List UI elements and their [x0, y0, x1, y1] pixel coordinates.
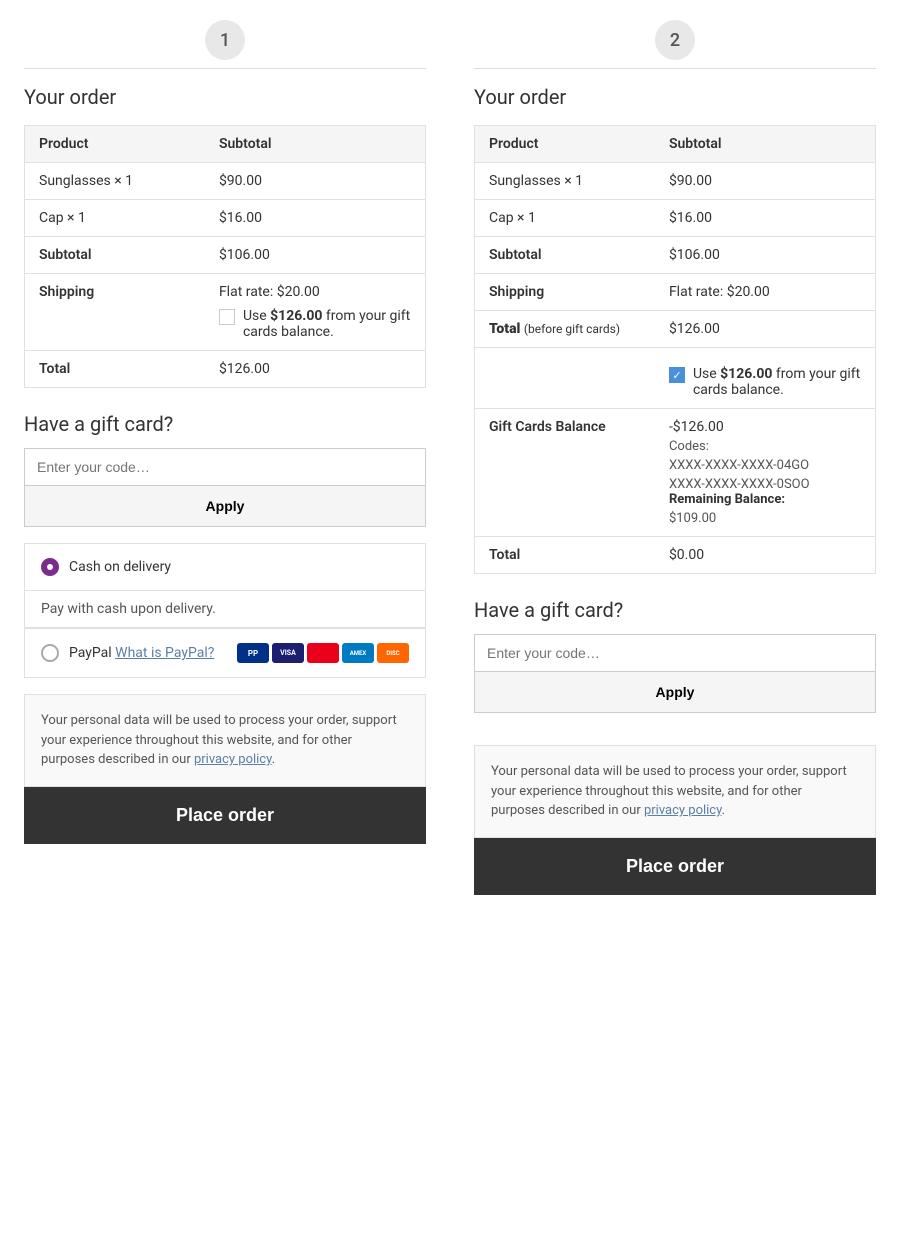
table-row: Sunglasses × 1 $90.00 [25, 163, 426, 200]
left-subtotal-value: $106.00 [205, 237, 426, 274]
gift-card-checkbox[interactable] [219, 309, 235, 325]
left-total-value: $126.00 [205, 351, 426, 388]
right-remaining-label: Remaining Balance: [669, 492, 861, 507]
table-row: Cap × 1 $16.00 [475, 200, 876, 237]
right-product-2: Cap × 1 [475, 200, 655, 237]
right-section-title: Your order [474, 85, 876, 109]
right-gift-card-checkbox[interactable]: ✓ [669, 367, 685, 383]
left-subtotal-2: $16.00 [205, 200, 426, 237]
left-subtotal-label: Subtotal [25, 237, 205, 274]
right-total-before-label: Total (before gift cards) [475, 311, 655, 348]
right-code-1: XXXX-XXXX-XXXX-04GO [669, 458, 861, 473]
right-subtotal-1: $90.00 [655, 163, 876, 200]
paypal-disc-icon: DISC [377, 643, 409, 663]
left-shipping-row: Shipping Flat rate: $20.00 Use $126.00 f… [25, 274, 426, 351]
right-gift-title: Have a gift card? [474, 598, 876, 622]
right-place-order-button[interactable]: Place order [474, 838, 876, 895]
left-col-subtotal: Subtotal [205, 126, 426, 163]
gift-card-checkbox-label: Use $126.00 from your gift cards balance… [243, 308, 411, 340]
right-gift-balance-label: Gift Cards Balance [475, 409, 655, 537]
left-place-order-button[interactable]: Place order [24, 787, 426, 844]
paypal-radio-button[interactable] [41, 644, 59, 662]
right-product-1: Sunglasses × 1 [475, 163, 655, 200]
cash-description: Pay with cash upon delivery. [24, 591, 426, 628]
cash-radio-button[interactable] [41, 558, 59, 576]
right-subtotal-row: Subtotal $106.00 [475, 237, 876, 274]
right-total-row: Total $0.00 [475, 537, 876, 574]
step-2-circle: 2 [655, 20, 695, 60]
left-section-title: Your order [24, 85, 426, 109]
right-total-value: $0.00 [655, 537, 876, 574]
left-total-label: Total [25, 351, 205, 388]
left-product-1: Sunglasses × 1 [25, 163, 205, 200]
left-col-product: Product [25, 126, 205, 163]
table-row: Cap × 1 $16.00 [25, 200, 426, 237]
right-order-table: Product Subtotal Sunglasses × 1 $90.00 C… [474, 125, 876, 574]
cash-label: Cash on delivery [69, 559, 171, 575]
what-is-paypal-link[interactable]: What is PayPal? [115, 645, 214, 661]
right-col-product: Product [475, 126, 655, 163]
right-total-before-row: Total (before gift cards) $126.00 [475, 311, 876, 348]
left-subtotal-1: $90.00 [205, 163, 426, 200]
paypal-icons: PP VISA AMEX DISC [237, 643, 409, 663]
right-gift-input[interactable] [474, 634, 876, 672]
right-code-2: XXXX-XXXX-XXXX-0SOO [669, 477, 861, 492]
paypal-pp-icon: PP [237, 643, 269, 663]
right-apply-button[interactable]: Apply [474, 672, 876, 713]
table-row: Sunglasses × 1 $90.00 [475, 163, 876, 200]
right-privacy-text: Your personal data will be used to proce… [474, 745, 876, 838]
right-privacy-link[interactable]: privacy policy [644, 803, 722, 818]
right-total-before-value: $126.00 [655, 311, 876, 348]
left-shipping-value: Flat rate: $20.00 Use $126.00 from your … [205, 274, 426, 351]
right-subtotal-value: $106.00 [655, 237, 876, 274]
right-gift-checkbox-cell: ✓ Use $126.00 from your gift cards balan… [655, 348, 876, 409]
right-column: 2 Your order Product Subtotal Sunglasses… [450, 0, 900, 915]
left-column: 1 Your order Product Subtotal Sunglasses… [0, 0, 450, 915]
right-shipping-value: Flat rate: $20.00 [655, 274, 876, 311]
paypal-label: PayPal What is PayPal? [69, 645, 214, 661]
paypal-option[interactable]: PayPal What is PayPal? PP VISA AMEX DISC [24, 628, 426, 678]
cash-on-delivery-option[interactable]: Cash on delivery [24, 543, 426, 591]
paypal-amex-icon: AMEX [342, 643, 374, 663]
left-order-table: Product Subtotal Sunglasses × 1 $90.00 C… [24, 125, 426, 388]
left-shipping-label: Shipping [25, 274, 205, 351]
right-gift-checkbox-row: ✓ Use $126.00 from your gift cards balan… [475, 348, 876, 409]
right-total-label: Total [475, 537, 655, 574]
right-shipping-label: Shipping [475, 274, 655, 311]
right-subtotal-label: Subtotal [475, 237, 655, 274]
right-gift-balance-value: -$126.00 Codes: XXXX-XXXX-XXXX-04GO XXXX… [655, 409, 876, 537]
paypal-visa-icon: VISA [272, 643, 304, 663]
right-subtotal-2: $16.00 [655, 200, 876, 237]
right-gift-balance-row: Gift Cards Balance -$126.00 Codes: XXXX-… [475, 409, 876, 537]
left-subtotal-row: Subtotal $106.00 [25, 237, 426, 274]
left-privacy-link[interactable]: privacy policy [194, 752, 272, 767]
left-total-row: Total $126.00 [25, 351, 426, 388]
left-privacy-text: Your personal data will be used to proce… [24, 694, 426, 787]
right-gift-card-label: Use $126.00 from your gift cards balance… [693, 366, 861, 398]
right-col-subtotal: Subtotal [655, 126, 876, 163]
step-1-circle: 1 [205, 20, 245, 60]
left-product-2: Cap × 1 [25, 200, 205, 237]
paypal-mc-icon [307, 643, 339, 663]
right-shipping-row: Shipping Flat rate: $20.00 [475, 274, 876, 311]
left-apply-button[interactable]: Apply [24, 486, 426, 527]
left-gift-input[interactable] [24, 448, 426, 486]
left-gift-title: Have a gift card? [24, 412, 426, 436]
right-remaining-value: $109.00 [669, 511, 861, 526]
right-codes-label: Codes: [669, 439, 861, 454]
